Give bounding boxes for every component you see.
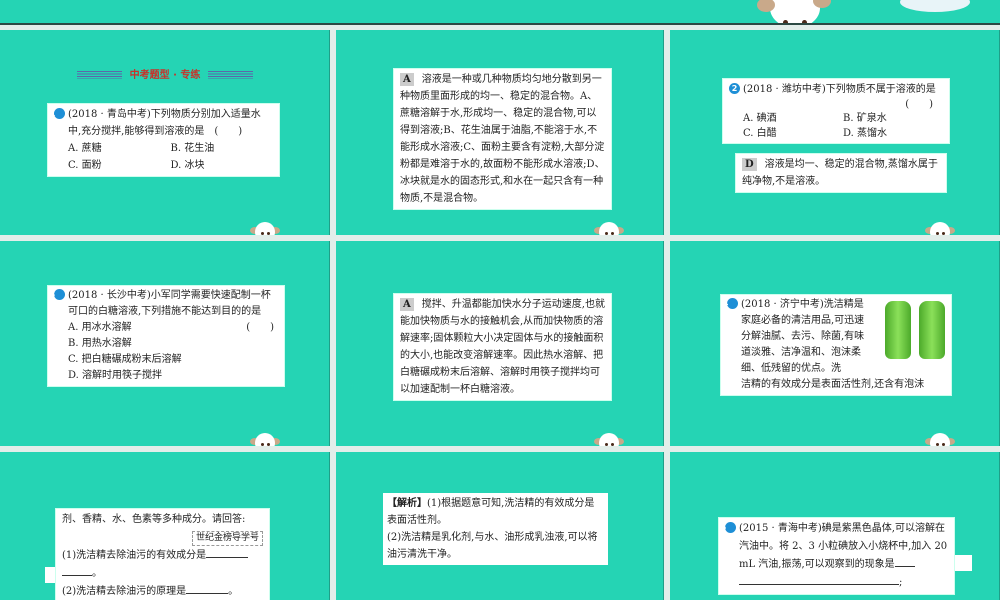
answer-paren: ( ): [905, 99, 933, 110]
option-a: A. 用冰水溶解: [68, 322, 132, 333]
slide-thumbnail-7[interactable]: 剂、香精、水、色素等多种成分。请回答: 世纪金榜导学号 (1)洗洁精去除油污的有…: [0, 452, 330, 600]
sub-question-2: (2)洗洁精去除油污的原理是: [62, 586, 187, 597]
punctuation: 。: [228, 586, 239, 597]
slide-thumbnail-1[interactable]: 中考题型 · 专练 1 (2018 · 青岛中考)下列物质分别加入适量水中,充分搅…: [0, 30, 330, 235]
option-c: C. 白醋: [743, 128, 777, 139]
analysis-label: 【解析】: [387, 498, 427, 509]
mascot-icon: [594, 222, 624, 235]
mascot-icon: [250, 222, 280, 235]
explanation-part-2: (2)洗洁精是乳化剂,与水、油形成乳浊液,可以将油污清洗干净。: [387, 532, 598, 560]
option-a: A. 蔗糖: [68, 143, 102, 154]
answer-paren: ( ): [246, 322, 274, 333]
slide-thumbnail-6[interactable]: 4 (2018 · 济宁中考)洗洁精是家庭必备的清洁用品,可迅速分解油腻、去污、除…: [670, 241, 1000, 446]
mascot-icon: [594, 433, 624, 446]
mascot-illustration: [745, 0, 970, 23]
answer-box: A 溶液是一种或几种物质均匀地分散到另一种物质里面形成的均一、稳定的混合物。A、蔗…: [393, 68, 612, 210]
question-text: (2015 · 青海中考)碘是紫黑色晶体,可以溶解在汽油中。将 2、3 小粒碘放…: [739, 523, 948, 570]
punctuation: ;: [899, 577, 903, 588]
question-number-badge: 4: [723, 298, 738, 309]
question-number-badge: 2: [729, 83, 740, 94]
option-a: A. 碘酒: [743, 113, 777, 124]
question-number-badge: 1: [50, 108, 65, 119]
detergent-bottles-image: [885, 301, 945, 359]
question-box: 3 (2018 · 长沙中考)小军同学需要快速配制一杯可口的白糖溶液,下列措施不能…: [47, 285, 285, 387]
punctuation: 。: [92, 568, 102, 579]
question-box: 5 (2015 · 青海中考)碘是紫黑色晶体,可以溶解在汽油中。将 2、3 小粒碘…: [718, 517, 955, 595]
slide-thumbnail-4[interactable]: 3 (2018 · 长沙中考)小军同学需要快速配制一杯可口的白糖溶液,下列措施不能…: [0, 241, 330, 446]
previous-slide-strip[interactable]: [0, 0, 1000, 25]
sub-question-1: (1)洗洁精去除油污的有效成分是: [62, 550, 207, 561]
publisher-stamp: 世纪金榜导学号: [191, 531, 263, 546]
mascot-icon: [925, 433, 955, 446]
question-number-badge: 3: [50, 289, 65, 300]
mascot-icon: [925, 222, 955, 235]
question-box: 剂、香精、水、色素等多种成分。请回答: 世纪金榜导学号 (1)洗洁精去除油污的有…: [55, 508, 270, 600]
slide-thumbnail-2[interactable]: A 溶液是一种或几种物质均匀地分散到另一种物质里面形成的均一、稳定的混合物。A、蔗…: [336, 30, 664, 235]
answer-explanation: 溶液是一种或几种物质均匀地分散到另一种物质里面形成的均一、稳定的混合物。A、蔗糖…: [400, 74, 605, 204]
answer-box: A 搅拌、升温都能加快水分子运动速度,也就能加快物质与水的接触机会,从而加快物质的…: [393, 293, 612, 401]
option-c: C. 把白糖碾成粉末后溶解: [68, 354, 182, 365]
section-heading: 中考题型 · 专练: [0, 66, 329, 81]
answer-label: A: [400, 298, 414, 311]
question-text-continued: 洁精的有效成分是表面活性剂,还含有泡沫: [741, 379, 925, 390]
answer-explanation: 溶液是均一、稳定的混合物,蒸馏水属于纯净物,不是溶液。: [742, 159, 938, 187]
option-d: D. 溶解时用筷子搅拌: [68, 370, 163, 381]
slide-thumbnail-8[interactable]: 【解析】(1)根据题意可知,洗洁精的有效成分是表面活性剂。 (2)洗洁精是乳化剂…: [336, 452, 664, 600]
answer-box: D 溶液是均一、稳定的混合物,蒸馏水属于纯净物,不是溶液。: [735, 153, 947, 193]
answer-explanation: 搅拌、升温都能加快水分子运动速度,也就能加快物质与水的接触机会,从而加快物质的溶…: [400, 299, 605, 395]
question-text: (2018 · 潍坊中考)下列物质不属于溶液的是: [743, 84, 936, 95]
slide-thumbnail-9[interactable]: 5 (2015 · 青海中考)碘是紫黑色晶体,可以溶解在汽油中。将 2、3 小粒碘…: [670, 452, 1000, 600]
question-box: 2 (2018 · 潍坊中考)下列物质不属于溶液的是 ( ) A. 碘酒 B. 矿泉…: [722, 78, 950, 144]
option-b: B. 矿泉水: [843, 113, 887, 124]
answer-label: A: [400, 73, 414, 86]
question-text: (2018 · 济宁中考)洗洁精是家庭必备的清洁用品,可迅速分解油腻、去污、除菌…: [741, 299, 865, 374]
option-b: B. 用热水溶解: [68, 338, 132, 349]
question-intro: 剂、香精、水、色素等多种成分。请回答:: [62, 514, 246, 525]
option-d: D. 冰块: [170, 160, 205, 171]
option-d: D. 蒸馏水: [843, 128, 888, 139]
option-b: B. 花生油: [170, 143, 215, 154]
slide-thumbnail-3[interactable]: 2 (2018 · 潍坊中考)下列物质不属于溶液的是 ( ) A. 碘酒 B. 矿泉…: [670, 30, 1000, 235]
question-box: 1 (2018 · 青岛中考)下列物质分别加入适量水中,充分搅拌,能够得到溶液的是…: [47, 103, 280, 177]
question-number-badge: 5: [721, 522, 736, 533]
option-c: C. 面粉: [68, 160, 102, 171]
answer-label: D: [742, 158, 757, 171]
question-text: (2018 · 青岛中考)下列物质分别加入适量水中,充分搅拌,能够得到溶液的是 …: [68, 109, 261, 137]
question-text: (2018 · 长沙中考)小军同学需要快速配制一杯可口的白糖溶液,下列措施不能达…: [68, 290, 271, 317]
slide-thumbnail-5[interactable]: A 搅拌、升温都能加快水分子运动速度,也就能加快物质与水的接触机会,从而加快物质的…: [336, 241, 664, 446]
question-box: 4 (2018 · 济宁中考)洗洁精是家庭必备的清洁用品,可迅速分解油腻、去污、除…: [720, 294, 952, 396]
explanation-box: 【解析】(1)根据题意可知,洗洁精的有效成分是表面活性剂。 (2)洗洁精是乳化剂…: [383, 493, 608, 565]
mascot-icon: [250, 433, 280, 446]
